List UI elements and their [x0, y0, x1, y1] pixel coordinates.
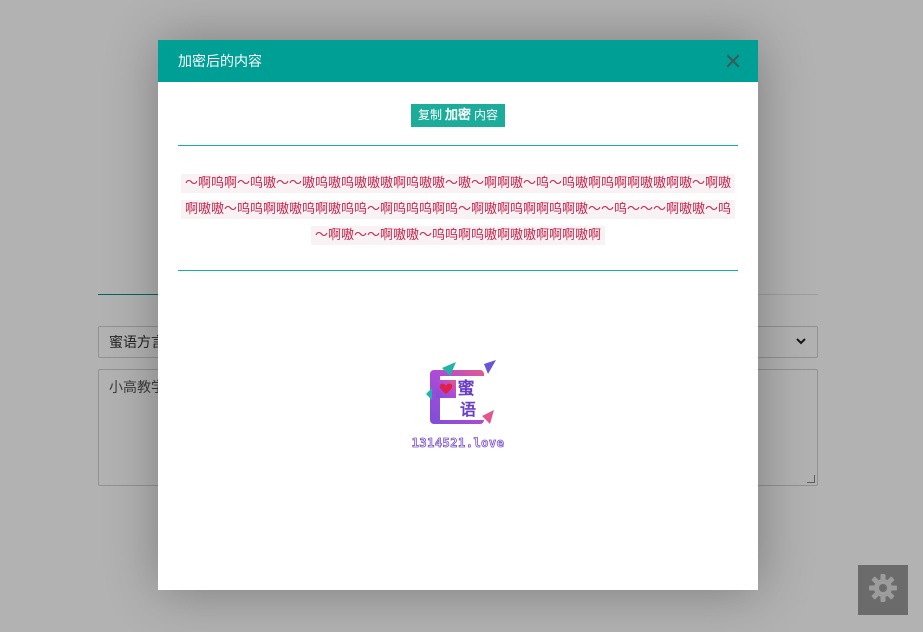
close-icon[interactable] [724, 52, 742, 70]
logo-caption: 1314521.love [411, 436, 505, 451]
dialog-title: 加密后的内容 [178, 54, 262, 70]
dialog-body: 复制 加密 内容 ～啊呜啊～呜嗷～～嗷呜嗷呜嗷嗷嗷啊呜嗷嗷～嗷～啊啊嗷～呜～呜嗷啊呜… [158, 82, 758, 271]
brand-logo: 蜜 语 1314521.love [158, 360, 758, 450]
bottom-divider [178, 270, 738, 271]
encrypted-content-dialog: 加密后的内容 复制 加密 内容 ～啊呜啊～呜嗷～～嗷呜嗷呜嗷嗷嗷啊呜嗷嗷～嗷～啊啊嗷… [158, 40, 758, 590]
encrypted-text: ～啊呜啊～呜嗷～～嗷呜嗷呜嗷嗷嗷啊呜嗷嗷～嗷～啊啊嗷～呜～呜嗷啊呜啊啊嗷嗷啊嗷～… [180, 174, 735, 245]
copy-encrypted-button[interactable]: 复制 加密 内容 [410, 104, 506, 127]
copy-label-post: 内容 [474, 108, 499, 122]
logo-badge-icon: 蜜 语 [416, 360, 500, 436]
logo-char-top: 蜜 [458, 378, 475, 399]
dialog-header: 加密后的内容 [158, 40, 758, 82]
logo-char-bottom: 语 [460, 400, 476, 419]
copy-label-pre: 复制 [417, 108, 442, 122]
copy-label-strong: 加密 [444, 108, 471, 123]
